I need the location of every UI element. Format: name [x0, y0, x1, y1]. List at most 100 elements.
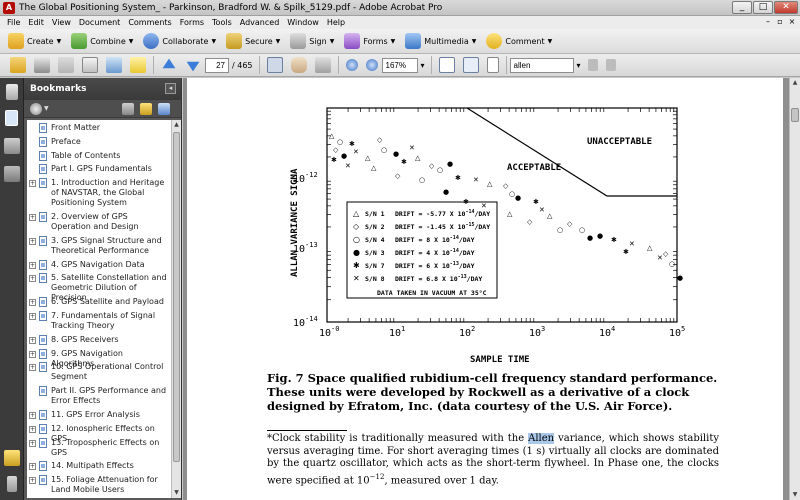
menu-window[interactable]: Window — [283, 18, 323, 27]
layers-panel-icon[interactable] — [4, 138, 20, 154]
signatures-panel-icon[interactable] — [4, 166, 20, 182]
delete-bookmark-icon[interactable] — [122, 103, 134, 115]
select-cursor-icon[interactable] — [266, 57, 283, 73]
bookmarks-scrollbar[interactable]: ▲ ▼ — [171, 120, 181, 498]
page-number-input[interactable] — [205, 57, 229, 73]
bookmark-item[interactable]: +2. Overview of GPS Operation and Design — [27, 212, 171, 232]
zoom-marquee-icon[interactable] — [314, 57, 331, 73]
collapse-panel-icon[interactable]: ◂ — [165, 83, 176, 94]
single-page-icon[interactable] — [486, 57, 499, 73]
combine-button[interactable]: Combine ▼ — [69, 31, 139, 51]
comment-note-icon[interactable] — [130, 57, 146, 73]
attachments-panel-icon[interactable] — [7, 476, 17, 492]
expand-plus-icon[interactable]: + — [29, 477, 36, 485]
doc-minimize-icon[interactable]: – — [763, 17, 773, 27]
expand-plus-icon[interactable]: + — [29, 214, 36, 221]
expand-plus-icon[interactable]: + — [29, 350, 36, 358]
save-icon[interactable] — [58, 57, 74, 73]
previous-page-icon[interactable] — [162, 58, 176, 69]
bookmark-item[interactable]: +8. GPS Receivers — [27, 334, 171, 345]
secure-button[interactable]: Secure ▼ — [224, 31, 286, 51]
bookmark-item[interactable]: +14. Multipath Effects — [27, 461, 171, 472]
menu-forms[interactable]: Forms — [176, 18, 208, 27]
expand-plus-icon[interactable]: + — [29, 313, 36, 320]
document-scrollbar[interactable]: ▲ ▼ — [789, 78, 800, 500]
doc-close-icon[interactable]: × — [787, 17, 797, 27]
menu-tools[interactable]: Tools — [208, 18, 236, 27]
expand-plus-icon[interactable]: + — [29, 336, 36, 344]
close-button[interactable]: ✕ — [774, 1, 798, 14]
bookmark-item[interactable]: +3. GPS Signal Structure and Theoretical… — [27, 235, 171, 256]
expand-bookmark-icon[interactable] — [158, 103, 170, 115]
maximize-button[interactable]: □ — [753, 1, 773, 14]
scroll-down-icon[interactable]: ▼ — [790, 490, 800, 500]
scroll-up-icon[interactable]: ▲ — [172, 120, 181, 130]
open-folder-icon[interactable] — [10, 57, 26, 73]
zoom-out-icon[interactable] — [345, 59, 358, 71]
menu-document[interactable]: Document — [75, 18, 124, 27]
bookmark-item[interactable]: +1. Introduction and Heritage of NAVSTAR… — [27, 178, 171, 208]
menu-help[interactable]: Help — [323, 18, 349, 27]
scroll-up-icon[interactable]: ▲ — [790, 78, 800, 88]
bookmark-item[interactable]: +13. Tropospheric Effects on GPS — [27, 437, 171, 458]
sign-button[interactable]: Sign ▼ — [288, 31, 340, 51]
bookmarks-panel-icon[interactable] — [5, 110, 18, 126]
find-next-icon[interactable] — [605, 59, 616, 71]
comments-panel-icon[interactable] — [4, 450, 20, 466]
expand-plus-icon[interactable]: + — [29, 261, 36, 269]
pages-panel-icon[interactable] — [6, 84, 18, 100]
chevron-down-icon[interactable]: ▼ — [44, 103, 56, 115]
bookmarks-scroll-thumb[interactable] — [173, 132, 180, 462]
expand-plus-icon[interactable]: + — [29, 275, 36, 283]
comment-button[interactable]: Comment ▼ — [484, 31, 558, 51]
options-gear-icon[interactable] — [30, 103, 42, 115]
bookmark-item[interactable]: +4. GPS Navigation Data — [27, 259, 171, 270]
fit-width-icon[interactable] — [462, 57, 479, 73]
menu-advanced[interactable]: Advanced — [236, 18, 284, 27]
find-input[interactable] — [509, 57, 574, 73]
forms-button[interactable]: Forms ▼ — [342, 31, 401, 51]
chevron-down-icon[interactable]: ▾ — [421, 61, 425, 70]
expand-plus-icon[interactable]: + — [29, 412, 36, 419]
menu-file[interactable]: File — [3, 18, 24, 27]
expand-plus-icon[interactable]: + — [29, 237, 36, 245]
new-bookmark-icon[interactable] — [140, 103, 152, 115]
menu-edit[interactable]: Edit — [24, 18, 48, 27]
menu-comments[interactable]: Comments — [124, 18, 175, 27]
bookmark-item[interactable]: Front Matter — [27, 123, 171, 133]
document-scroll-thumb[interactable] — [791, 108, 799, 122]
multimedia-button[interactable]: Multimedia ▼ — [403, 31, 482, 51]
collaborate-button[interactable]: Collaborate ▼ — [141, 31, 222, 51]
hand-tool-icon[interactable] — [290, 57, 307, 73]
minimize-button[interactable]: _ — [732, 1, 752, 14]
bookmark-item[interactable]: +6. GPS Satellite and Payload — [27, 297, 171, 308]
expand-plus-icon[interactable]: + — [29, 439, 36, 447]
print-icon[interactable] — [34, 57, 50, 73]
bookmark-item[interactable]: +7. Fundamentals of Signal Tracking Theo… — [27, 311, 171, 331]
bookmark-item[interactable]: +10. GPS Operational Control Segment — [27, 362, 171, 382]
bookmark-item[interactable]: Table of Contents — [27, 150, 171, 161]
bookmark-item[interactable]: Preface — [27, 136, 171, 147]
create-button[interactable]: Create ▼ — [6, 31, 67, 51]
bookmark-item[interactable]: +11. GPS Error Analysis — [27, 410, 171, 420]
search-highlight[interactable]: Allen — [528, 433, 555, 444]
expand-plus-icon[interactable]: + — [29, 425, 36, 433]
find-previous-icon[interactable] — [587, 59, 598, 71]
expand-plus-icon[interactable]: + — [29, 364, 36, 372]
bookmark-item[interactable]: Part I. GPS Fundamentals — [27, 164, 171, 175]
next-page-icon[interactable] — [186, 61, 200, 72]
bookmark-item[interactable]: +15. Foliage Attenuation for Land Mobile… — [27, 475, 171, 495]
fit-page-icon[interactable] — [438, 57, 455, 73]
email-icon[interactable] — [82, 57, 98, 73]
expand-plus-icon[interactable]: + — [29, 299, 36, 307]
find-options-icon[interactable]: ▾ — [577, 61, 581, 70]
expand-plus-icon[interactable]: + — [29, 180, 36, 188]
zoom-level-input[interactable] — [381, 57, 418, 73]
expand-plus-icon[interactable]: + — [29, 463, 36, 471]
bookmark-item[interactable]: Part II. GPS Performance and Error Effec… — [27, 386, 171, 406]
zoom-in-icon[interactable] — [365, 59, 378, 71]
scroll-down-icon[interactable]: ▼ — [172, 488, 181, 498]
menu-view[interactable]: View — [48, 18, 75, 27]
doc-restore-icon[interactable]: ▫ — [775, 17, 785, 27]
export-icon[interactable] — [106, 57, 122, 73]
